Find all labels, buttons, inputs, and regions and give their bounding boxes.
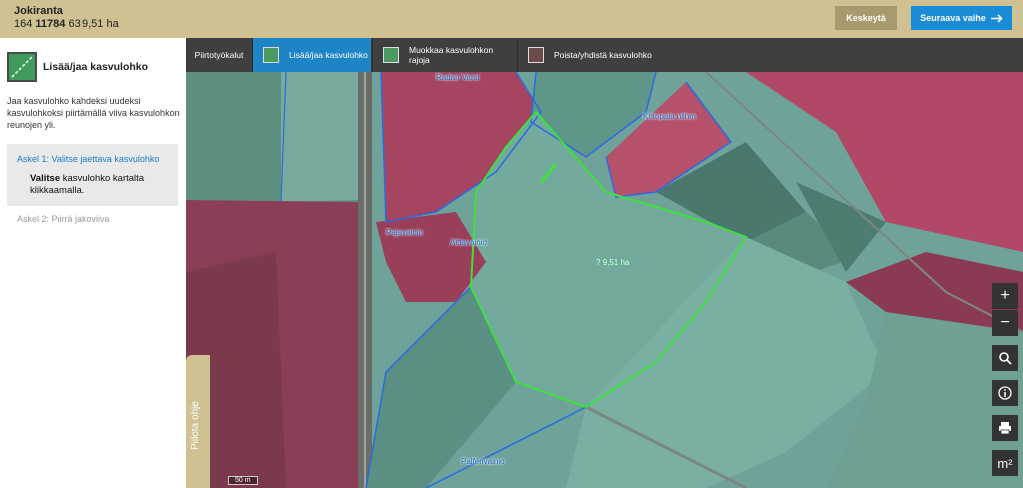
print-button[interactable] [992, 415, 1018, 441]
hide-help-label: Piilota ohje [190, 401, 201, 450]
measure-area-button[interactable]: m² [992, 450, 1018, 476]
search-button[interactable] [992, 345, 1018, 371]
farm-id-suffix: 63 [68, 18, 81, 30]
map-label-kotopala: Kotopala niihm [643, 112, 696, 121]
edit-border-icon [383, 47, 399, 63]
zoom-out-button[interactable]: − [992, 310, 1018, 336]
stop-button[interactable]: Keskeytä [835, 6, 897, 30]
merge-parcel-icon [528, 47, 544, 63]
tool-label: Poista/yhdistä kasvulohko [554, 50, 652, 60]
tool-drawing-tools[interactable]: Piirtotyökalut [186, 38, 252, 72]
map-toolbar: Piirtotyökalut Lisää/jaa kasvulohko Muok… [186, 38, 1023, 72]
farm-name: Jokiranta [14, 5, 63, 17]
map-view[interactable]: Radan Varsi Kotopala niihm Pajavainio Al… [186, 72, 1023, 488]
tool-label: Lisää/jaa kasvulohko [289, 50, 368, 60]
split-parcel-icon [7, 52, 37, 82]
map-label-alttavainio: Alttavainio [450, 238, 487, 247]
info-icon [998, 386, 1012, 400]
arrow-right-icon [990, 13, 1003, 23]
panel-description: Jaa kasvulohko kahdeksi uudeksi kasvuloh… [7, 96, 180, 130]
step-1-text: Valitse kasvulohko kartalta klikkaamalla… [30, 173, 170, 197]
map-label-palferivainio: Palferivainio [461, 457, 505, 466]
zoom-in-button[interactable]: + [992, 283, 1018, 309]
instructions-panel: Lisää/jaa kasvulohko Jaa kasvulohko kahd… [0, 38, 186, 488]
hide-help-tab[interactable]: Piilota ohje [186, 355, 210, 488]
scale-bar: 50 m [228, 476, 258, 485]
panel-title: Lisää/jaa kasvulohko [43, 61, 149, 73]
top-bar: Jokiranta 164 11784 63 9,51 ha Keskeytä … [0, 0, 1023, 38]
farm-id: 164 11784 63 [14, 18, 81, 30]
print-icon [999, 422, 1011, 435]
tool-edit-parcel-border[interactable]: Muokkaa kasvulohkon rajoja [373, 38, 516, 72]
measure-area-icon: m² [997, 455, 1013, 471]
tool-add-split-parcel[interactable]: Lisää/jaa kasvulohko [253, 38, 371, 72]
next-step-label: Seuraava vaihe [920, 13, 986, 23]
aerial-image [186, 72, 1023, 488]
tool-label: Muokkaa kasvulohkon rajoja [409, 45, 494, 65]
split-parcel-icon [263, 47, 279, 63]
map-label-radan-varsi: Radan Varsi [436, 73, 480, 82]
farm-id-number: 11784 [35, 18, 66, 30]
farm-id-prefix: 164 [14, 18, 33, 30]
info-button[interactable] [992, 380, 1018, 406]
step-2-title: Askel 2: Piirrä jakoviiva [17, 214, 110, 224]
search-icon [999, 352, 1012, 365]
step-1-box: Askel 1: Valitse jaettava kasvulohko Val… [7, 144, 178, 206]
next-step-button[interactable]: Seuraava vaihe [911, 6, 1012, 30]
map-label-pajavainio: Pajavainio [386, 228, 423, 237]
tool-merge-parcel[interactable]: Poista/yhdistä kasvulohko [518, 38, 658, 72]
farm-area: 9,51 ha [82, 18, 119, 30]
selected-parcel-area: ? 9,51 ha [596, 258, 630, 267]
step-1-text-bold: Valitse [30, 173, 61, 184]
tool-label: Piirtotyökalut [194, 50, 244, 60]
step-1-title: Askel 1: Valitse jaettava kasvulohko [17, 154, 160, 164]
